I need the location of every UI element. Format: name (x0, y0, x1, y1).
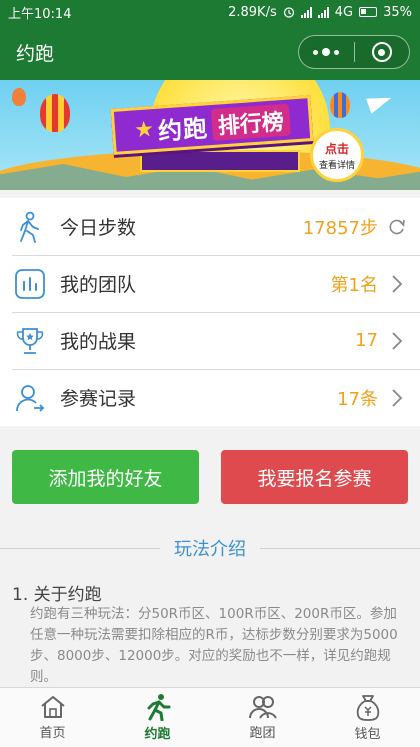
stats-list: 今日步数 17857步 我的团队 第1名 我的战果 17 参赛记录 17条 (0, 198, 420, 426)
star-icon: ★ (133, 116, 155, 143)
tab-running-group[interactable]: 跑团 (210, 688, 315, 747)
intro-section-title: 玩法介绍 (0, 535, 420, 561)
list-item-label: 我的战果 (60, 331, 137, 353)
intro-section-heading: 1. 关于约跑 (12, 585, 102, 605)
list-item-value: 第1名 (330, 274, 378, 296)
status-bar: 上午10:14 2.89K/s 4G 35% (0, 0, 420, 24)
chevron-right-icon (386, 330, 408, 352)
action-buttons: 添加我的好友 我要报名参赛 (0, 450, 420, 504)
list-item-label: 我的团队 (60, 274, 137, 296)
more-button[interactable] (299, 36, 354, 68)
list-item-value: 17条 (337, 388, 378, 410)
balloon-icon (330, 92, 350, 118)
chevron-right-icon (386, 387, 408, 409)
signup-button[interactable]: 我要报名参赛 (221, 450, 408, 504)
home-icon (40, 696, 65, 718)
trophy-icon (12, 323, 48, 359)
list-item-value: 17857步 (302, 217, 378, 239)
nav-bar: 约跑 (0, 24, 420, 80)
view-details-badge[interactable]: 点击 查看详情 (310, 128, 364, 182)
list-item-entry-records[interactable]: 参赛记录 17条 (0, 369, 420, 426)
list-item-today-steps[interactable]: 今日步数 17857步 (0, 198, 420, 255)
list-item-label: 参赛记录 (60, 388, 137, 410)
status-time: 上午10:14 (8, 6, 72, 22)
banner-title-part1: 约跑 (157, 113, 210, 146)
banner-title-part2: 排行榜 (210, 103, 291, 141)
close-miniprogram-button[interactable] (355, 36, 410, 68)
network-type: 4G (334, 4, 354, 20)
list-item-label: 今日步数 (60, 217, 137, 239)
leaderboard-banner[interactable]: ★ 约跑 排行榜 点击 查看详情 (0, 80, 420, 190)
add-friend-button[interactable]: 添加我的好友 (12, 450, 199, 504)
paper-plane-icon (365, 90, 395, 114)
battery-level: 35% (383, 4, 412, 20)
chevron-right-icon (386, 273, 408, 295)
list-item-value: 17 (355, 330, 378, 351)
intro-section-text: 约跑有三种玩法：分50R币区、100R币区、200R币区。参加任意一种玩法需要扣… (30, 606, 398, 685)
balloon-icon (12, 88, 26, 106)
tab-label: 首页 (39, 726, 66, 741)
refresh-icon[interactable] (386, 216, 408, 238)
target-close-icon (371, 42, 392, 62)
running-icon (147, 694, 170, 721)
page-title: 约跑 (16, 42, 55, 65)
tab-label: 约跑 (144, 727, 171, 742)
battery-icon (359, 7, 378, 17)
walking-person-icon (12, 209, 48, 245)
group-icon (248, 696, 277, 719)
balloon-icon (40, 94, 70, 132)
intro-title: 玩法介绍 (174, 539, 246, 560)
tab-wallet[interactable]: 钱包 (315, 688, 420, 747)
signal-icon-2 (317, 6, 329, 18)
network-speed: 2.89K/s (228, 4, 277, 20)
more-dots-icon (313, 48, 340, 56)
alarm-icon (283, 7, 294, 18)
badge-line1: 点击 (324, 141, 349, 156)
list-item-my-team[interactable]: 我的团队 第1名 (0, 255, 420, 312)
tab-label: 钱包 (354, 727, 381, 742)
miniprogram-capsule (298, 35, 410, 69)
signal-icon (300, 6, 312, 18)
tab-bar: 首页 约跑 跑团 钱包 (0, 687, 420, 747)
user-record-icon (12, 380, 48, 416)
tab-yuepao[interactable]: 约跑 (105, 688, 210, 747)
tab-label: 跑团 (249, 726, 276, 741)
money-bag-icon (356, 695, 379, 721)
badge-line2: 查看详情 (318, 160, 355, 171)
bar-chart-icon (12, 266, 48, 302)
tab-home[interactable]: 首页 (0, 688, 105, 747)
list-item-my-results[interactable]: 我的战果 17 (0, 312, 420, 369)
